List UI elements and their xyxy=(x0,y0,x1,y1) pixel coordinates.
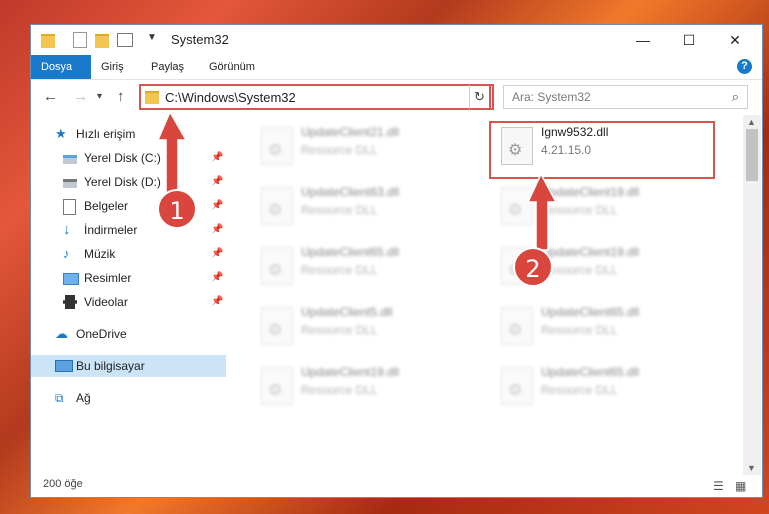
callout-badge-1: 1 xyxy=(157,189,197,229)
arrow-one xyxy=(156,110,188,197)
annotation-arrows xyxy=(156,110,558,251)
arrow-two xyxy=(526,172,558,251)
callout-badge-2: 2 xyxy=(513,247,553,287)
